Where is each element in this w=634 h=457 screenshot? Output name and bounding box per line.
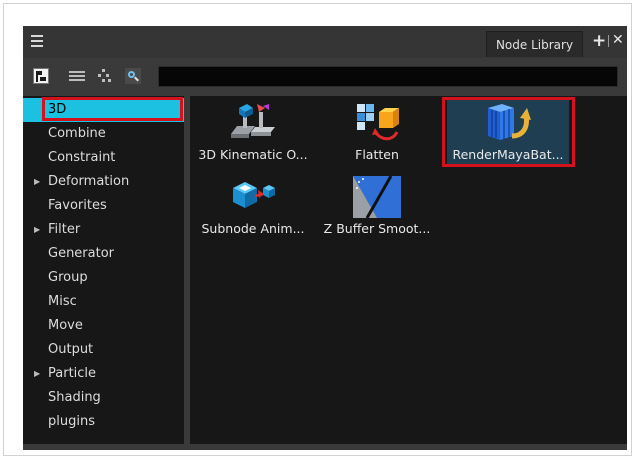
sidebar-item-filter[interactable]: ▶ Filter xyxy=(23,218,184,242)
sidebar-item-label: Combine xyxy=(48,126,106,141)
node-subnode-animation[interactable]: Subnode Anim... xyxy=(192,173,314,241)
hierarchy-view-icon[interactable] xyxy=(96,68,112,84)
plus-icon[interactable]: + xyxy=(592,33,606,50)
highlight-box xyxy=(442,97,575,167)
sidebar-item-label: plugins xyxy=(48,414,95,429)
sidebar-item-label: Move xyxy=(48,318,83,333)
flatten-icon xyxy=(357,104,399,141)
sidebar-item-generator[interactable]: Generator xyxy=(23,242,184,266)
highlight-box xyxy=(42,97,183,121)
close-icon[interactable]: ✕ xyxy=(612,32,624,48)
expand-arrow-icon[interactable]: ▶ xyxy=(34,218,40,242)
sidebar-item-label: Output xyxy=(48,342,94,357)
sidebar-item-label: Filter xyxy=(48,222,81,237)
category-list: 3D Combine Constraint ▶ Deformation Favor… xyxy=(23,96,184,444)
search-icon[interactable] xyxy=(125,68,141,84)
titlebar-divider xyxy=(608,35,609,47)
node-flatten[interactable]: Flatten xyxy=(316,99,438,167)
sidebar-item-label: Constraint xyxy=(48,150,116,165)
sidebar-item-label: Favorites xyxy=(48,198,107,213)
tree-view-icon[interactable] xyxy=(33,68,49,84)
sidebar-item-combine[interactable]: Combine xyxy=(23,122,184,146)
tab-node-library[interactable]: Node Library xyxy=(486,31,583,57)
3d-kinematic-output-icon xyxy=(231,104,275,138)
search-input[interactable] xyxy=(158,66,618,87)
sidebar-item-constraint[interactable]: Constraint xyxy=(23,146,184,170)
list-view-icon[interactable] xyxy=(69,68,85,84)
screenshot-frame: Node Library + ✕ 3D Combine Constraint ▶… xyxy=(3,3,632,456)
node-label: Flatten xyxy=(355,147,399,162)
node-label: 3D Kinematic O... xyxy=(198,147,308,162)
sidebar-item-label: Particle xyxy=(48,366,97,381)
node-3d-kinematic-output[interactable]: 3D Kinematic O... xyxy=(192,99,314,167)
node-label: Z Buffer Smoot... xyxy=(323,221,431,236)
sidebar-item-label: Misc xyxy=(48,294,77,309)
sidebar-item-shading[interactable]: Shading xyxy=(23,386,184,410)
sidebar-item-deformation[interactable]: ▶ Deformation xyxy=(23,170,184,194)
sidebar-item-label: Generator xyxy=(48,246,115,261)
sidebar-item-label: Group xyxy=(48,270,88,285)
sidebar-item-group[interactable]: Group xyxy=(23,266,184,290)
panel-titlebar: Node Library + ✕ xyxy=(23,26,627,58)
hamburger-menu-icon[interactable] xyxy=(31,35,43,47)
node-library-panel: Node Library + ✕ 3D Combine Constraint ▶… xyxy=(23,26,627,450)
sidebar-item-misc[interactable]: Misc xyxy=(23,290,184,314)
library-toolbar xyxy=(23,58,627,96)
node-z-buffer-smoothing[interactable]: Z Buffer Smoot... xyxy=(316,173,438,241)
sidebar-item-favorites[interactable]: Favorites xyxy=(23,194,184,218)
expand-arrow-icon[interactable]: ▶ xyxy=(34,362,40,386)
node-label: Subnode Anim... xyxy=(201,221,305,236)
node-grid: 3D Kinematic O... Flatten RenderMayaBat.… xyxy=(190,96,627,444)
expand-arrow-icon[interactable]: ▶ xyxy=(34,170,40,194)
sidebar-item-move[interactable]: Move xyxy=(23,314,184,338)
subnode-animation-icon xyxy=(233,182,275,208)
sidebar-item-label: Deformation xyxy=(48,174,130,189)
sidebar-item-plugins[interactable]: plugins xyxy=(23,410,184,434)
z-buffer-smoothing-icon xyxy=(353,176,401,218)
sidebar-item-particle[interactable]: ▶ Particle xyxy=(23,362,184,386)
sidebar-item-label: Shading xyxy=(48,390,101,405)
sidebar-item-output[interactable]: Output xyxy=(23,338,184,362)
